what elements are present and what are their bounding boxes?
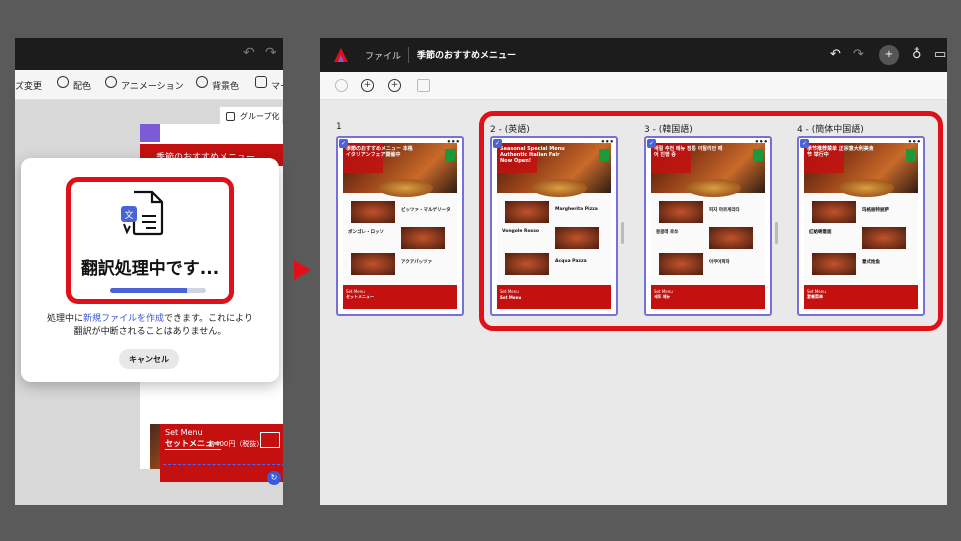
set-menu-title: セットメニュー (346, 294, 374, 299)
file-menu[interactable]: ファイル (365, 49, 401, 62)
set-menu-block[interactable]: Set Menu セットメニュー 各400円（税抜） (160, 424, 283, 482)
undo-icon[interactable]: ↶ (243, 45, 255, 61)
menu-item-name: ボンゴレ・ロッソ (348, 230, 384, 235)
color-scheme-menu[interactable]: 配色 (73, 79, 91, 92)
set-menu-box (260, 432, 280, 448)
checkbox-icon[interactable]: ✓ (800, 139, 809, 148)
page-label: 1 (336, 122, 342, 132)
highlight-box (479, 111, 943, 331)
group-button[interactable]: グループ化 (219, 106, 283, 126)
animation-icon (105, 76, 117, 88)
food-image (351, 201, 395, 223)
mask-menu[interactable]: マー (271, 79, 283, 92)
translation-dialog: 文 翻訳処理中です... 処理中に新規ファイルを作成できます。これにより 翻訳が… (21, 158, 279, 382)
resize-menu[interactable]: ズ変更 (15, 79, 42, 92)
more-options-icon[interactable]: ••• (755, 138, 768, 146)
food-image (351, 253, 395, 275)
svg-text:文: 文 (124, 209, 133, 221)
document-title[interactable]: 季節のおすすめメニュー (417, 48, 516, 61)
translation-progress-bar (110, 288, 206, 293)
add-copy-icon[interactable]: + (388, 79, 401, 92)
mask-icon (255, 76, 267, 88)
dialog-title: 翻訳処理中です... (80, 259, 220, 279)
comment-icon[interactable]: ▭ (934, 47, 946, 62)
group-label: グループ化 (240, 112, 280, 121)
left-topbar: ↶ ↷ (15, 38, 283, 70)
cancel-button[interactable]: キャンセル (119, 349, 179, 369)
menu-item-name: アクアパッツァ (401, 260, 433, 265)
more-options-icon[interactable]: ••• (447, 138, 460, 146)
app-logo-icon[interactable] (333, 47, 349, 63)
left-toolbar: ズ変更 配色 アニメーション 背景色 マー (15, 70, 283, 100)
badge (445, 149, 455, 161)
menu-item-name: ビッツァ・マルゲリータ (401, 208, 451, 213)
animation-menu[interactable]: アニメーション (121, 79, 184, 92)
more-options-icon[interactable]: ••• (601, 138, 614, 146)
duplicate-icon[interactable] (335, 79, 348, 92)
add-page-icon[interactable]: + (361, 79, 374, 92)
checkbox-icon[interactable]: ✓ (647, 139, 656, 148)
pizza-image (378, 179, 433, 197)
new-file-link[interactable]: 新規ファイルを作成 (83, 314, 164, 324)
message-suffix: できます。これにより (164, 314, 253, 324)
more-options-icon[interactable]: ••• (908, 138, 921, 146)
message-prefix: 処理中に (47, 314, 84, 324)
rotate-icon[interactable]: ↻ (267, 471, 281, 485)
app-topbar: ファイル 季節のおすすめメニュー ↶ ↷ + ♁ ▭ (320, 38, 947, 72)
background-icon (196, 76, 208, 88)
undo-icon[interactable]: ↶ (830, 47, 841, 62)
selection-badge (140, 124, 160, 142)
food-image (401, 227, 445, 249)
group-icon (226, 112, 235, 121)
set-menu-price: 各400円（税抜） (208, 440, 264, 448)
checkbox-icon[interactable]: ✓ (493, 139, 502, 148)
background-menu[interactable]: 背景色 (212, 79, 239, 92)
set-menu-label: Set Menu (165, 428, 203, 437)
trash-icon[interactable] (417, 79, 430, 92)
invite-user-icon[interactable]: + (879, 45, 899, 65)
redo-icon[interactable]: ↷ (853, 47, 864, 62)
translate-document-icon: 文 (121, 190, 164, 236)
pages-toolbar: + + (320, 72, 947, 100)
redo-icon[interactable]: ↷ (265, 45, 277, 61)
page-thumbnail[interactable]: 季節のおすすめメニュー 本格イタリアンフェア開催中 ビッツァ・マルゲリータ ボン… (336, 136, 464, 316)
arrow-right-icon (294, 260, 311, 280)
selection-line (163, 464, 283, 465)
thumbnail-content: 季節のおすすめメニュー 本格イタリアンフェア開催中 ビッツァ・マルゲリータ ボン… (343, 143, 457, 309)
dialog-message: 処理中に新規ファイルを作成できます。これにより (21, 311, 279, 324)
checkbox-icon[interactable]: ✓ (339, 139, 348, 148)
dialog-message-line2: 翻訳が中断されることはありません。 (73, 327, 227, 337)
lightbulb-icon[interactable]: ♁ (912, 47, 922, 62)
divider (408, 47, 409, 63)
palette-icon (57, 76, 69, 88)
progress-fill (110, 288, 187, 293)
hero-text: 季節のおすすめメニュー 本格イタリアンフェア開催中 (346, 146, 413, 158)
